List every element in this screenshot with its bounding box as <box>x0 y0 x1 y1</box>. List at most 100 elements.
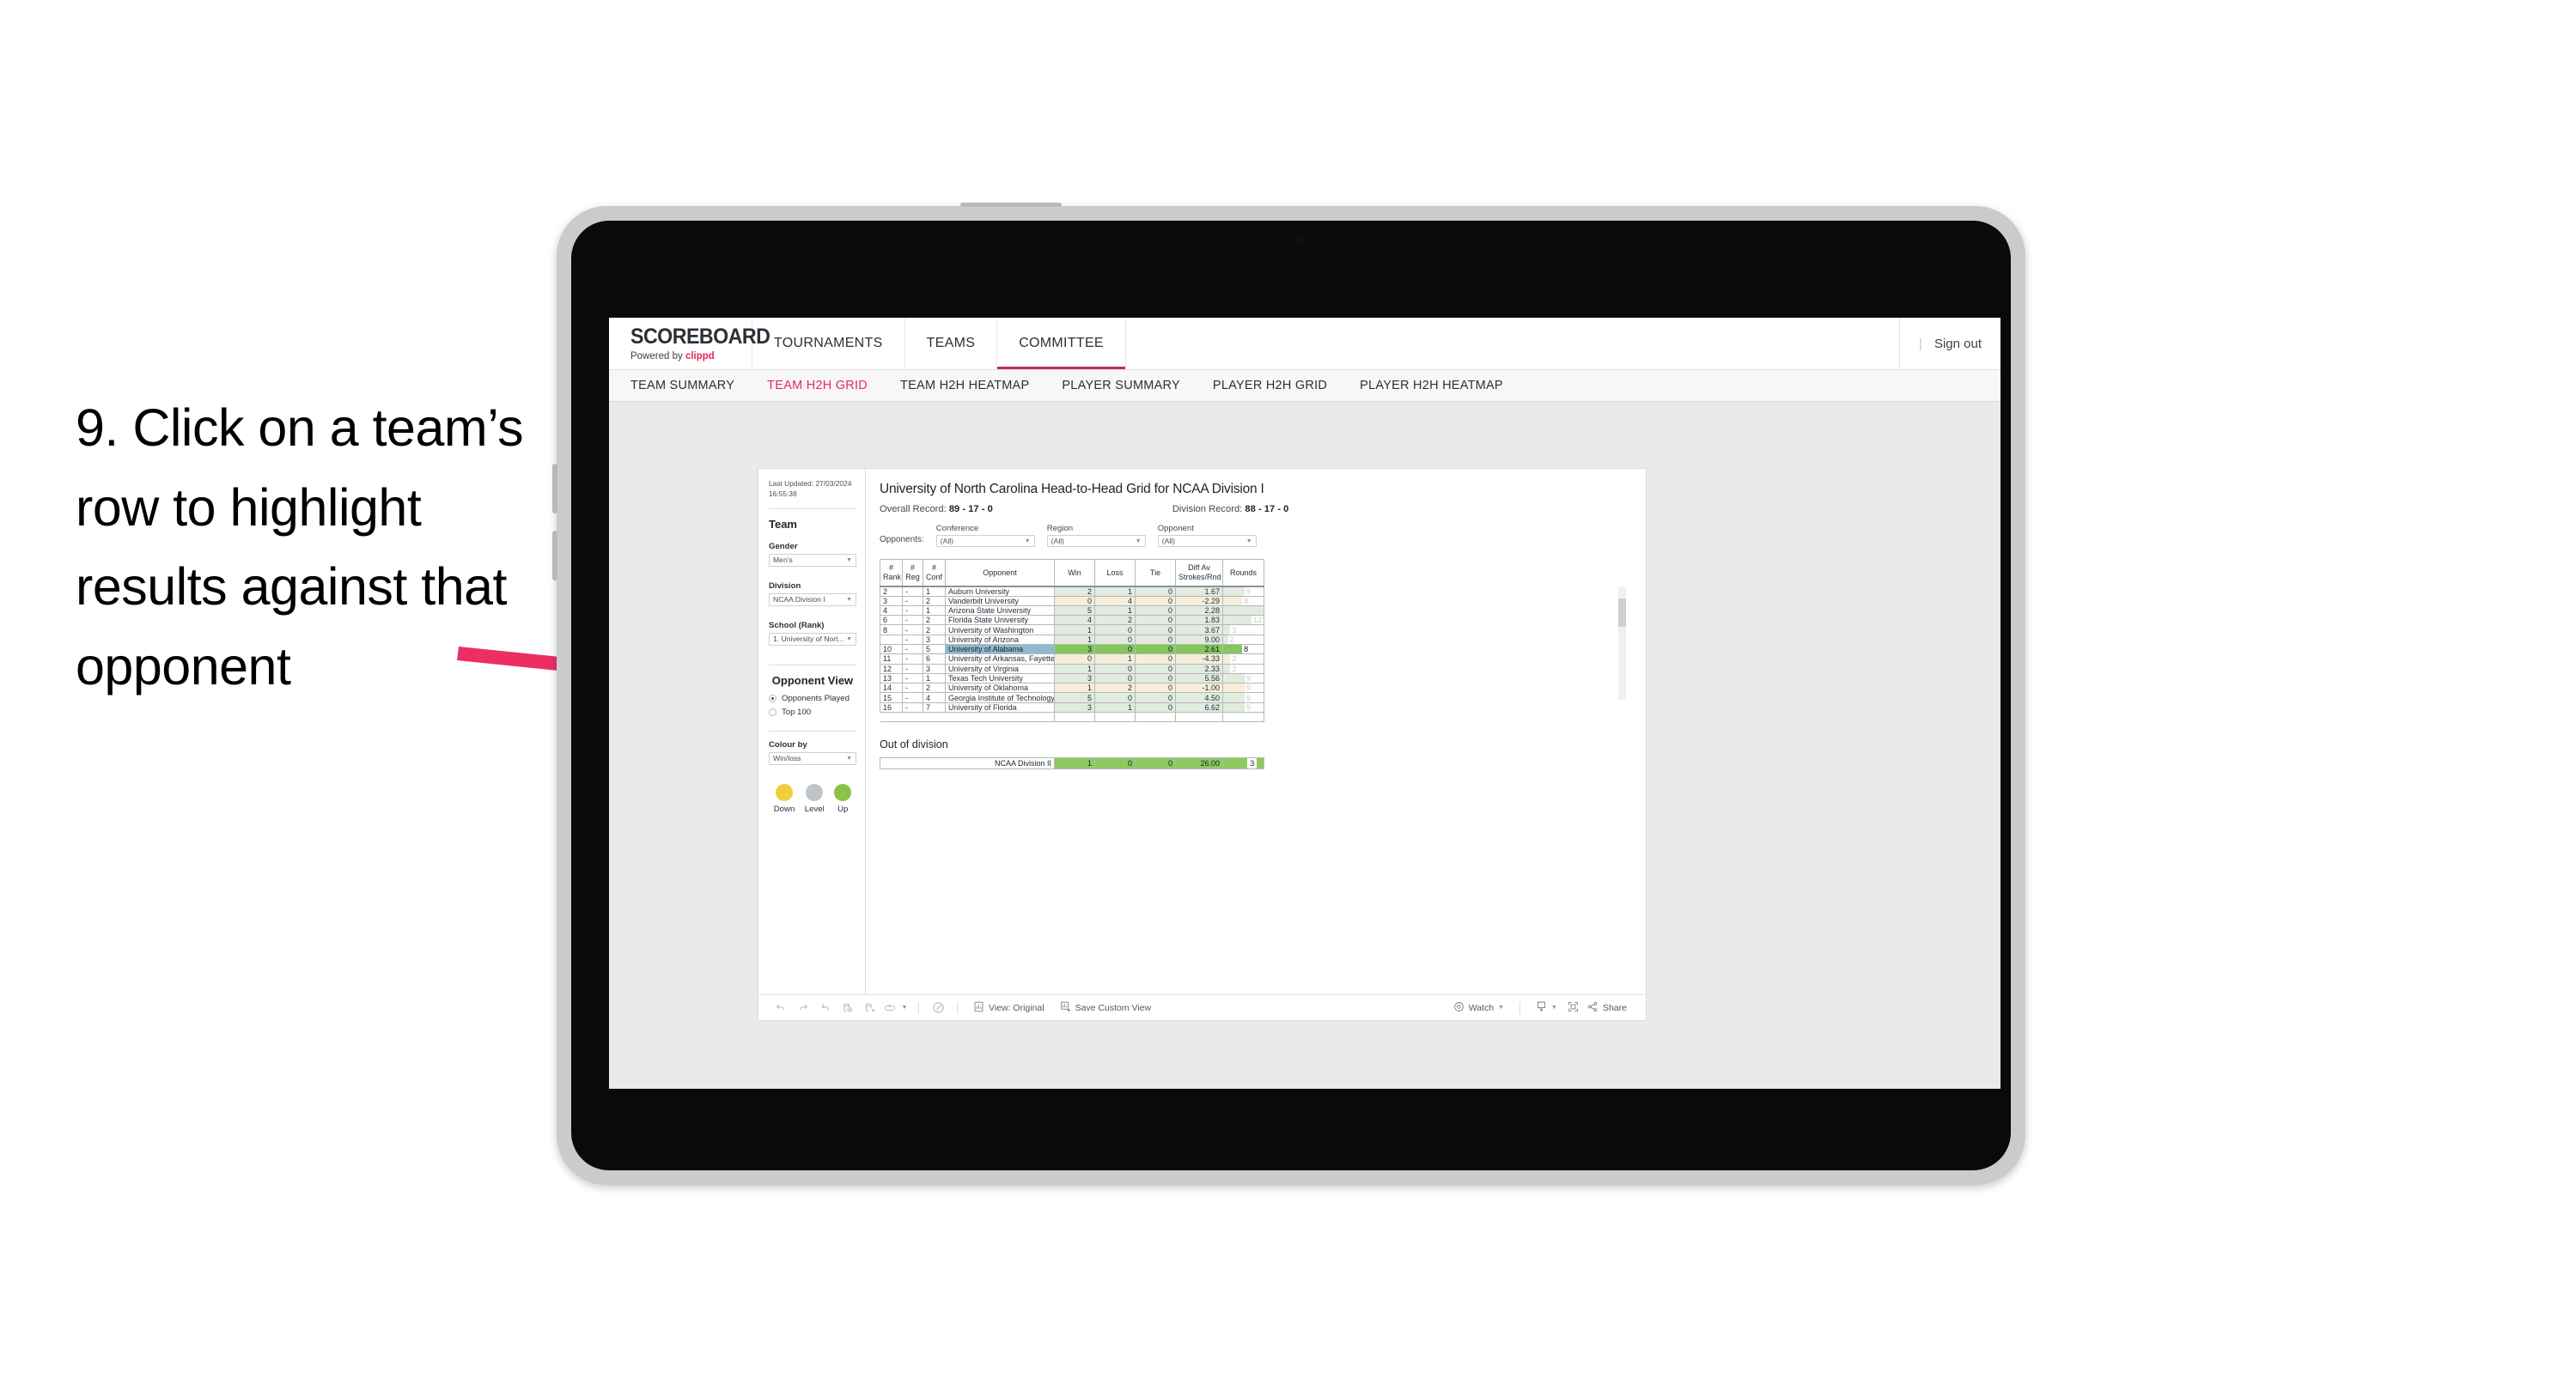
nav-item-tournaments[interactable]: TOURNAMENTS <box>752 318 905 369</box>
col-header-loss[interactable]: Loss <box>1094 559 1136 587</box>
revert-icon[interactable] <box>814 1002 837 1014</box>
table-row[interactable]: 11-6University of Arkansas, Fayetteville… <box>880 653 1264 665</box>
table-row[interactable]: 10-5 University of Alabama 3 0 0 2.61 8 <box>880 643 1264 655</box>
radio-top-100[interactable]: Top 100 <box>769 708 856 717</box>
division-select[interactable]: NCAA Division I ▼ <box>769 592 856 606</box>
col-header-win[interactable]: Win <box>1054 559 1095 587</box>
rounds-value: 9 <box>1245 702 1251 712</box>
view-original-icon <box>973 1001 984 1015</box>
radio-opponents-played[interactable]: Opponents Played <box>769 694 856 703</box>
table-row[interactable]: -3 University of Arizona 1 0 0 9.00 2 <box>880 634 1264 645</box>
chevron-down-icon: ▼ <box>1024 538 1031 544</box>
cell-diff: 1.83 <box>1175 615 1223 626</box>
subnav-item-team-summary[interactable]: TEAM SUMMARY <box>630 379 734 392</box>
subnav-item-team-h2h-grid[interactable]: TEAM H2H GRID <box>767 379 868 392</box>
subnav-item-player-summary[interactable]: PLAYER SUMMARY <box>1062 379 1180 392</box>
cell-rounds: 2 <box>1222 634 1264 645</box>
filter-opponent-select[interactable]: (All) ▼ <box>1157 535 1257 547</box>
pause-resume-icon[interactable] <box>927 1001 949 1014</box>
subnav-item-player-h2h-heatmap[interactable]: PLAYER H2H HEATMAP <box>1360 379 1503 392</box>
cell-diff: -4.33 <box>1175 653 1223 665</box>
filter-region-label: Region <box>1046 524 1074 533</box>
save-custom-view-label: Save Custom View <box>1075 1002 1152 1013</box>
brand-sub-name: clippd <box>685 350 715 361</box>
subnav-item-team-h2h-heatmap[interactable]: TEAM H2H HEATMAP <box>900 379 1029 392</box>
refresh-data-icon[interactable] <box>837 1002 859 1014</box>
share-label: Share <box>1602 1002 1627 1013</box>
cell-opponent: University of Arizona <box>945 634 1055 645</box>
table-body: 2-1 Auburn University 2 1 0 1.67 9 3-2 Vanderbil… <box>880 586 1264 723</box>
col-header-rank[interactable]: # Rank <box>880 559 903 587</box>
table-row[interactable]: 3-2 Vanderbilt University 0 4 0 -2.29 8 <box>880 595 1264 606</box>
rounds-bar <box>1223 674 1245 683</box>
cell-rounds: 3 <box>1222 653 1264 665</box>
cell-rounds: 9 <box>1222 702 1264 714</box>
table-row[interactable]: 14-2 University of Oklahoma 1 2 0 -1.00 9 <box>880 683 1264 694</box>
table-row[interactable]: 2-1 Auburn University 2 1 0 1.67 9 <box>880 586 1264 597</box>
chevron-down-icon: ▼ <box>1245 538 1252 544</box>
page-title: University of North Carolina Head-to-Hea… <box>880 482 1264 496</box>
col-header-reg[interactable]: # Reg <box>902 559 923 587</box>
view-original-button[interactable]: View: Original <box>965 1001 1052 1015</box>
gender-select[interactable]: Men’s ▼ <box>769 553 856 567</box>
filler-cell <box>880 712 903 723</box>
pause-auto-update-icon[interactable] <box>859 1002 881 1014</box>
col-header-conf[interactable]: # Conf <box>923 559 946 587</box>
legend-item-down: Down <box>774 783 795 814</box>
subnav-item-player-h2h-grid[interactable]: PLAYER H2H GRID <box>1213 379 1327 392</box>
table-scrollbar-thumb[interactable] <box>1618 598 1626 627</box>
rounds-value: 3 <box>1232 664 1237 673</box>
watch-icon <box>1453 1001 1465 1015</box>
table-row[interactable]: 16-7 University of Florida 3 1 0 6.62 9 <box>880 702 1264 714</box>
download-button[interactable]: ▼ <box>1528 1000 1561 1015</box>
col-header-tie[interactable]: Tie <box>1135 559 1176 587</box>
cell-tie: 0 <box>1135 615 1176 626</box>
cell-conf: 2 <box>923 624 946 635</box>
table-row[interactable]: 4-1Arizona State University5102.2817 <box>880 604 1264 617</box>
loop-dropdown-icon[interactable]: ▼ <box>898 1005 910 1011</box>
share-button[interactable]: Share <box>1586 1001 1635 1015</box>
cell-tie: 0 <box>1135 672 1176 684</box>
table-row[interactable]: 8-2 University of Washington 1 0 0 3.67 3 <box>880 624 1264 635</box>
col-header-diff[interactable]: Diff Av Strokes/Rnd <box>1175 559 1223 587</box>
colour-by-select[interactable]: Win/loss ▼ <box>769 751 856 765</box>
nav-item-committee[interactable]: COMMITTEE <box>997 318 1126 369</box>
cell-diff: 1.67 <box>1175 586 1223 597</box>
filter-conference-select[interactable]: (All) ▼ <box>935 535 1035 547</box>
table-row[interactable]: 13-1 Texas Tech University 3 0 0 5.56 9 <box>880 672 1264 684</box>
col-header-rounds[interactable]: Rounds <box>1222 559 1264 587</box>
nav-item-teams[interactable]: TEAMS <box>905 318 998 369</box>
watch-button[interactable]: Watch ▼ <box>1446 1001 1512 1015</box>
save-custom-view-button[interactable]: Save Custom View <box>1052 1001 1160 1015</box>
cell-rounds: 9 <box>1222 683 1264 694</box>
legend-dot-up <box>834 783 852 801</box>
out-of-division-row[interactable]: NCAA Division II 1 0 0 26.00 3 <box>880 757 1264 770</box>
cell-tie: 0 <box>1135 634 1176 645</box>
cell-conf: 1 <box>923 586 946 597</box>
filter-region-select[interactable]: (All) ▼ <box>1046 535 1146 547</box>
navbar-separator: | <box>1919 336 1922 351</box>
cell-rounds: 9 <box>1222 692 1264 703</box>
cell-rounds: 3 <box>1222 663 1264 674</box>
cell-rank <box>880 634 903 645</box>
redo-icon[interactable] <box>792 1002 814 1014</box>
loop-icon[interactable] <box>881 1003 898 1013</box>
ood-loss: 0 <box>1094 757 1136 770</box>
rounds-value: 3 <box>1232 654 1237 664</box>
ood-rounds: 3 <box>1222 757 1264 770</box>
school-select[interactable]: 1. University of Nort... ▼ <box>769 632 856 646</box>
table-row[interactable]: 15-4 Georgia Institute of Technology 5 0 0 4.… <box>880 692 1264 703</box>
toolbar-divider <box>1519 1001 1521 1014</box>
cell-loss: 0 <box>1094 692 1136 703</box>
chevron-down-icon: ▼ <box>846 635 852 642</box>
table-scrollbar[interactable] <box>1618 587 1626 700</box>
cell-loss: 1 <box>1094 604 1136 617</box>
fullscreen-button[interactable] <box>1561 1001 1586 1015</box>
table-row[interactable]: 6-2 Florida State University 4 2 0 1.83 12 <box>880 615 1264 626</box>
undo-icon[interactable] <box>770 1002 792 1014</box>
colour-by-value: Win/loss <box>773 754 801 763</box>
sign-out-link[interactable]: Sign out <box>1934 337 1982 351</box>
table-row[interactable]: 12-3 University of Virginia 1 0 0 2.33 3 <box>880 663 1264 674</box>
col-header-opponent[interactable]: Opponent <box>945 559 1055 587</box>
ood-diff: 26.00 <box>1175 757 1223 770</box>
